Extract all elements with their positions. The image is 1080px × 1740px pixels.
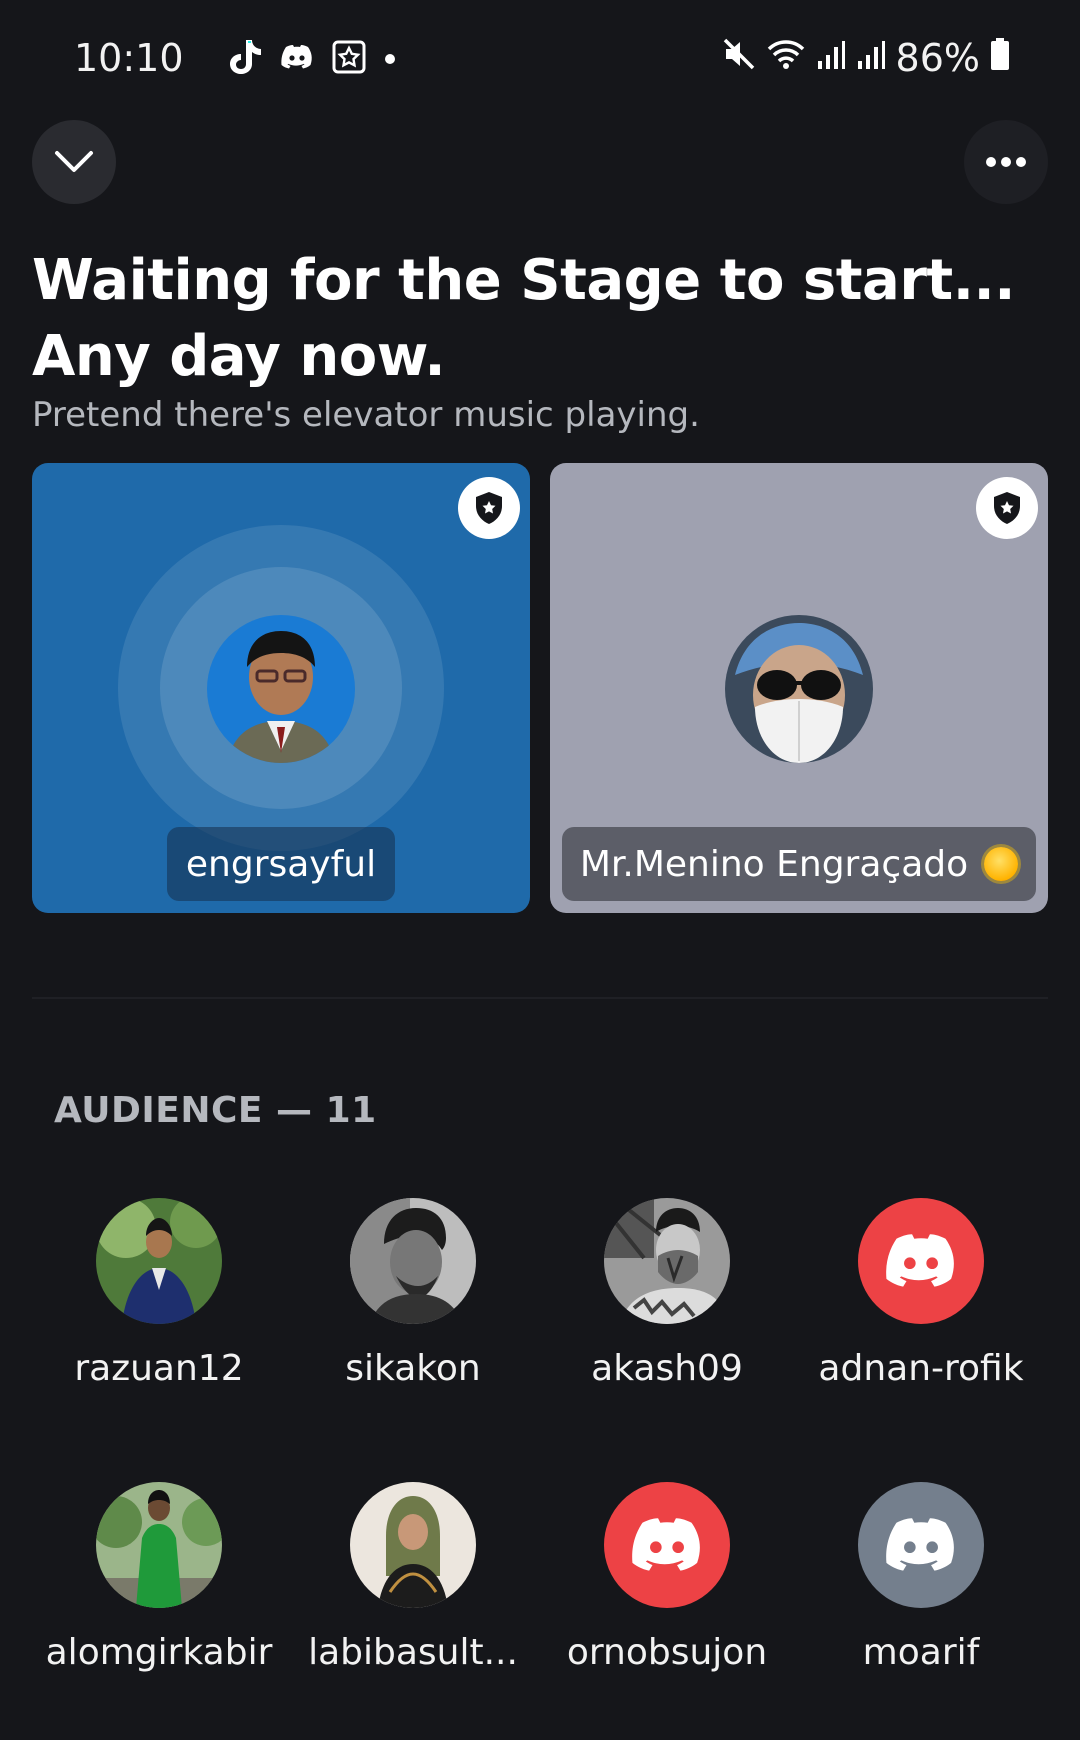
signal-icon (816, 36, 846, 80)
avatar[interactable] (604, 1198, 730, 1324)
avatar[interactable] (96, 1482, 222, 1608)
battery-icon (990, 36, 1010, 80)
audience-header: AUDIENCE — 11 (54, 1090, 377, 1131)
audience-member-name: labibasult... (308, 1632, 518, 1673)
speaker-name: engrsayful (185, 843, 377, 885)
tiktok-icon (228, 38, 262, 80)
signal-icon (856, 36, 886, 80)
audience-member-name: adnan-rofik (818, 1348, 1024, 1389)
avatar[interactable] (604, 1482, 730, 1608)
speaker-name-pill: engrsayful (167, 827, 395, 901)
mute-icon (722, 36, 756, 80)
discord-logo-icon (886, 1234, 954, 1287)
more-dots-icon (986, 157, 1026, 167)
star-app-icon (332, 40, 366, 78)
avatar[interactable] (350, 1482, 476, 1608)
avatar[interactable] (207, 615, 355, 763)
notification-icons (228, 38, 396, 80)
audience-member-name: akash09 (591, 1348, 743, 1389)
audience-member[interactable]: labibasult... (286, 1482, 540, 1673)
wifi-icon (766, 36, 806, 80)
discord-logo-icon (886, 1518, 954, 1571)
section-divider (32, 997, 1048, 999)
avatar[interactable] (96, 1198, 222, 1324)
dot-icon (384, 50, 396, 69)
audience-member[interactable]: akash09 (540, 1198, 794, 1389)
stage-title-line-2: Any day now. (32, 324, 446, 389)
speaker-name: Mr.Menino Engraçado (579, 843, 969, 885)
chevron-down-icon (55, 151, 93, 172)
avatar[interactable] (858, 1198, 984, 1324)
battery-percent: 86% (895, 36, 980, 80)
speaker-card[interactable]: Mr.Menino Engraçado (550, 463, 1048, 913)
audience-member[interactable]: adnan-rofik (794, 1198, 1048, 1389)
stage-subtitle: Pretend there's elevator music playing. (32, 395, 700, 435)
audience-member-name: moarif (862, 1632, 980, 1673)
discord-icon (280, 44, 314, 74)
speaker-card[interactable]: engrsayful (32, 463, 530, 913)
status-time: 10:10 (74, 36, 184, 80)
discord-logo-icon (632, 1518, 700, 1571)
avatar[interactable] (858, 1482, 984, 1608)
audience-member-name: razuan12 (74, 1348, 244, 1389)
audience-member[interactable]: ornobsujon (540, 1482, 794, 1673)
sun-icon (984, 847, 1019, 881)
collapse-button[interactable] (32, 120, 116, 204)
stage-title-line-1: Waiting for the Stage to start... (32, 248, 1016, 313)
moderator-shield-icon (994, 492, 1020, 524)
moderator-badge (458, 477, 520, 539)
moderator-badge (976, 477, 1038, 539)
avatar[interactable] (350, 1198, 476, 1324)
audience-member[interactable]: moarif (794, 1482, 1048, 1673)
system-status-icons: 86% (722, 36, 1010, 80)
speaker-name-pill: Mr.Menino Engraçado (562, 827, 1036, 901)
status-bar: 10:10 86% (0, 0, 1080, 118)
avatar[interactable] (725, 615, 873, 763)
audience-member[interactable]: razuan12 (32, 1198, 286, 1389)
audience-member[interactable]: alomgirkabir (32, 1482, 286, 1673)
audience-member-name: sikakon (345, 1348, 481, 1389)
moderator-shield-icon (476, 492, 502, 524)
more-options-button[interactable] (964, 120, 1048, 204)
audience-member-name: ornobsujon (566, 1632, 768, 1673)
audience-member-name: alomgirkabir (45, 1632, 273, 1673)
audience-member[interactable]: sikakon (286, 1198, 540, 1389)
stage-title: Waiting for the Stage to start... Any da… (32, 243, 1032, 395)
